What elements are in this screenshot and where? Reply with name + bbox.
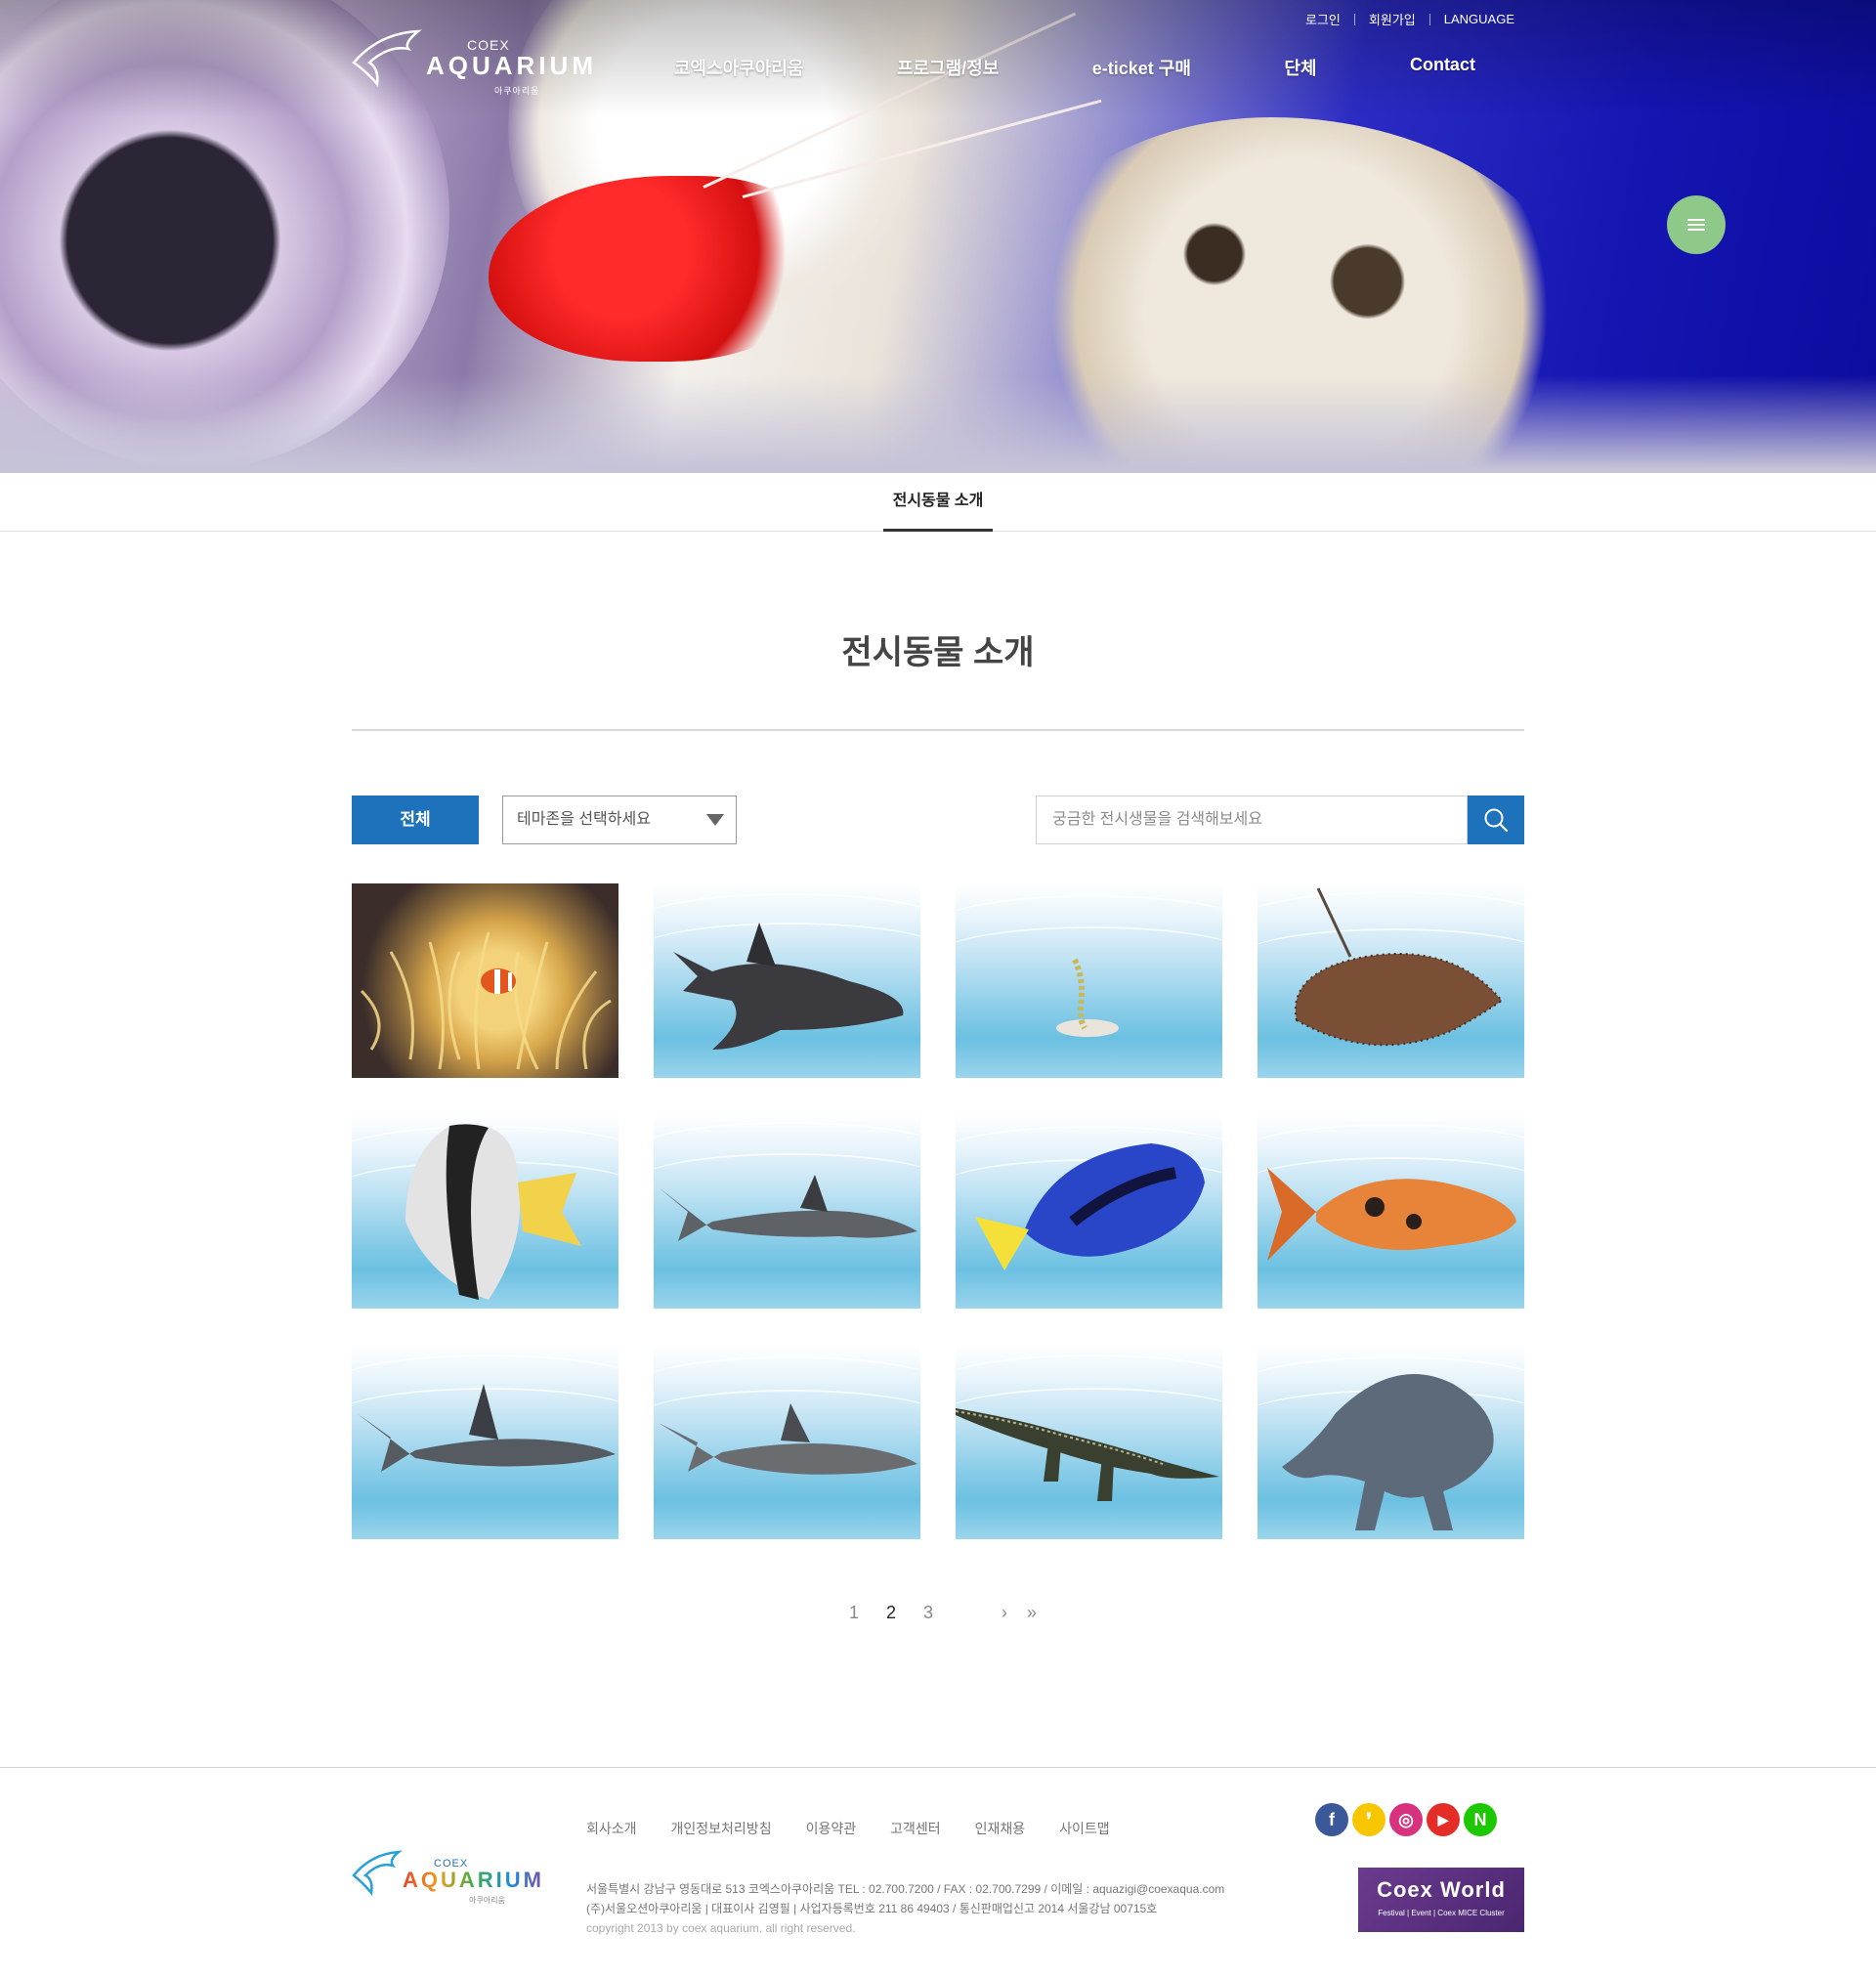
page-1-link[interactable]: 1 xyxy=(835,1603,873,1623)
nav-item-contact[interactable]: Contact xyxy=(1410,55,1475,80)
footer: COEX AQUARIUM 아쿠아리움 회사소개 개인정보처리방침 이용약관 고… xyxy=(0,1767,1876,1978)
language-link[interactable]: LANGUAGE xyxy=(1444,12,1514,26)
animal-grid xyxy=(352,883,1524,1539)
nav-item-eticket[interactable]: e-ticket 구매 xyxy=(1092,55,1191,80)
animal-card-manatee[interactable] xyxy=(1258,1345,1524,1539)
search-icon xyxy=(1484,808,1509,833)
clownfish-image xyxy=(360,931,612,1070)
coexworld-title: Coex World xyxy=(1377,1877,1506,1902)
kakaostory-icon[interactable]: ❜ xyxy=(1352,1803,1386,1836)
koi-image xyxy=(1267,1168,1516,1261)
nav-item-program[interactable]: 프로그램/정보 xyxy=(897,55,999,80)
main-nav: 코엑스아쿠아리움 프로그램/정보 e-ticket 구매 단체 Contact xyxy=(674,55,1475,80)
logo-korean-text: 아쿠아리움 xyxy=(494,87,540,97)
page-2-link[interactable]: 2 xyxy=(873,1603,910,1623)
animal-card-sandbar-shark[interactable] xyxy=(352,1345,618,1539)
footer-logo[interactable]: COEX AQUARIUM 아쿠아리움 xyxy=(352,1846,547,1914)
coexworld-banner[interactable]: Coex World Festival | Event | Coex MICE … xyxy=(1358,1868,1524,1932)
footer-link-customer-center[interactable]: 고객센터 xyxy=(890,1819,941,1838)
next-page-icon[interactable]: › xyxy=(986,1603,1023,1623)
nav-item-aquarium[interactable]: 코엑스아쿠아리움 xyxy=(674,55,803,80)
stingray-image xyxy=(1294,887,1504,1047)
theme-zone-select-value: 테마존을 선택하세요 xyxy=(517,811,651,828)
animal-card-garden-eel[interactable] xyxy=(956,883,1222,1078)
menu-button[interactable] xyxy=(1667,195,1726,254)
page-title: 전시동물 소개 xyxy=(841,634,1035,671)
animal-card-blue-tang[interactable] xyxy=(956,1114,1222,1309)
footer-link-terms[interactable]: 이용약관 xyxy=(806,1819,857,1838)
search-input[interactable] xyxy=(1036,796,1468,844)
logo-big-text: AQUARIUM xyxy=(426,51,597,80)
shark-logo-icon xyxy=(352,29,422,88)
animal-card-crocodile[interactable] xyxy=(956,1345,1222,1539)
crocodile-image xyxy=(956,1408,1219,1501)
caret-down-icon xyxy=(706,814,724,826)
shark-logo-icon xyxy=(352,1850,403,1897)
footer-info: 서울특별시 강남구 영동대로 513 코엑스아쿠아리움 TEL : 02.700… xyxy=(586,1879,1224,1938)
tab-exhibit-animals[interactable]: 전시동물 소개 xyxy=(883,473,993,532)
sand-tiger-shark-image xyxy=(659,1403,917,1475)
blue-tang-image xyxy=(975,1143,1205,1270)
animal-card-shovelnose-ray[interactable] xyxy=(654,883,920,1078)
hero-sand xyxy=(0,375,1876,473)
footer-address: 서울특별시 강남구 영동대로 513 코엑스아쿠아리움 TEL : 02.700… xyxy=(586,1882,1225,1896)
footer-link-careers[interactable]: 인재채용 xyxy=(975,1819,1026,1838)
title-divider xyxy=(352,729,1524,731)
login-link[interactable]: 로그인 xyxy=(1305,10,1341,28)
animal-card-blacktip-shark[interactable] xyxy=(654,1114,920,1309)
footer-copyright: copyright 2013 by coex aquarium. all rig… xyxy=(586,1921,856,1935)
divider xyxy=(1428,13,1430,25)
sns-links: f ❜ ◎ ▶ N xyxy=(1315,1803,1501,1836)
manatee-image xyxy=(1282,1374,1494,1530)
sandbar-shark-image xyxy=(357,1384,616,1472)
animal-card-batfish[interactable] xyxy=(352,1114,618,1309)
facebook-icon[interactable]: f xyxy=(1315,1803,1348,1836)
page-3-link[interactable]: 3 xyxy=(910,1603,947,1623)
footer-link-privacy[interactable]: 개인정보처리방침 xyxy=(671,1819,772,1838)
blacktip-shark-image xyxy=(659,1175,917,1241)
youtube-icon[interactable]: ▶ xyxy=(1427,1803,1460,1836)
batfish-image xyxy=(405,1124,581,1300)
naver-icon[interactable]: N xyxy=(1464,1803,1497,1836)
signup-link[interactable]: 회원가입 xyxy=(1369,10,1416,28)
footer-link-sitemap[interactable]: 사이트맵 xyxy=(1059,1819,1110,1838)
instagram-icon[interactable]: ◎ xyxy=(1389,1803,1423,1836)
all-filter-button[interactable]: 전체 xyxy=(352,796,479,844)
search-button[interactable] xyxy=(1468,796,1524,844)
sub-navigation: 전시동물 소개 xyxy=(0,473,1876,532)
animal-card-stingray[interactable] xyxy=(1258,883,1524,1078)
footer-link-company[interactable]: 회사소개 xyxy=(586,1819,637,1838)
theme-zone-select[interactable]: 테마존을 선택하세요 xyxy=(502,796,737,844)
footer-logo-korean: 아쿠아리움 xyxy=(469,1896,505,1905)
shovelnose-ray-image xyxy=(673,923,904,1050)
top-utility-menu: 로그인 회원가입 LANGUAGE xyxy=(1305,10,1514,28)
footer-logo-big: AQUARIUM xyxy=(403,1868,544,1892)
animal-card-koi[interactable] xyxy=(1258,1114,1524,1309)
hamburger-icon xyxy=(1687,219,1705,231)
pagination: 1 2 3 › » xyxy=(0,1603,1876,1623)
coexworld-subtitle: Festival | Event | Coex MICE Cluster xyxy=(1378,1909,1505,1917)
footer-links: 회사소개 개인정보처리방침 이용약관 고객센터 인재채용 사이트맵 xyxy=(586,1819,1144,1838)
footer-company-info: (주)서울오션아쿠아리움 | 대표이사 김영필 | 사업자등록번호 211 86… xyxy=(586,1902,1158,1915)
last-page-icon[interactable]: » xyxy=(1023,1603,1041,1623)
animal-card-clownfish[interactable] xyxy=(352,883,618,1078)
nav-item-group[interactable]: 단체 xyxy=(1284,55,1316,80)
animal-card-sand-tiger-shark[interactable] xyxy=(654,1345,920,1539)
divider xyxy=(1353,13,1355,25)
garden-eel-image xyxy=(1056,958,1119,1037)
header-logo[interactable]: COEX AQUARIUM 아쿠아리움 xyxy=(350,18,593,97)
